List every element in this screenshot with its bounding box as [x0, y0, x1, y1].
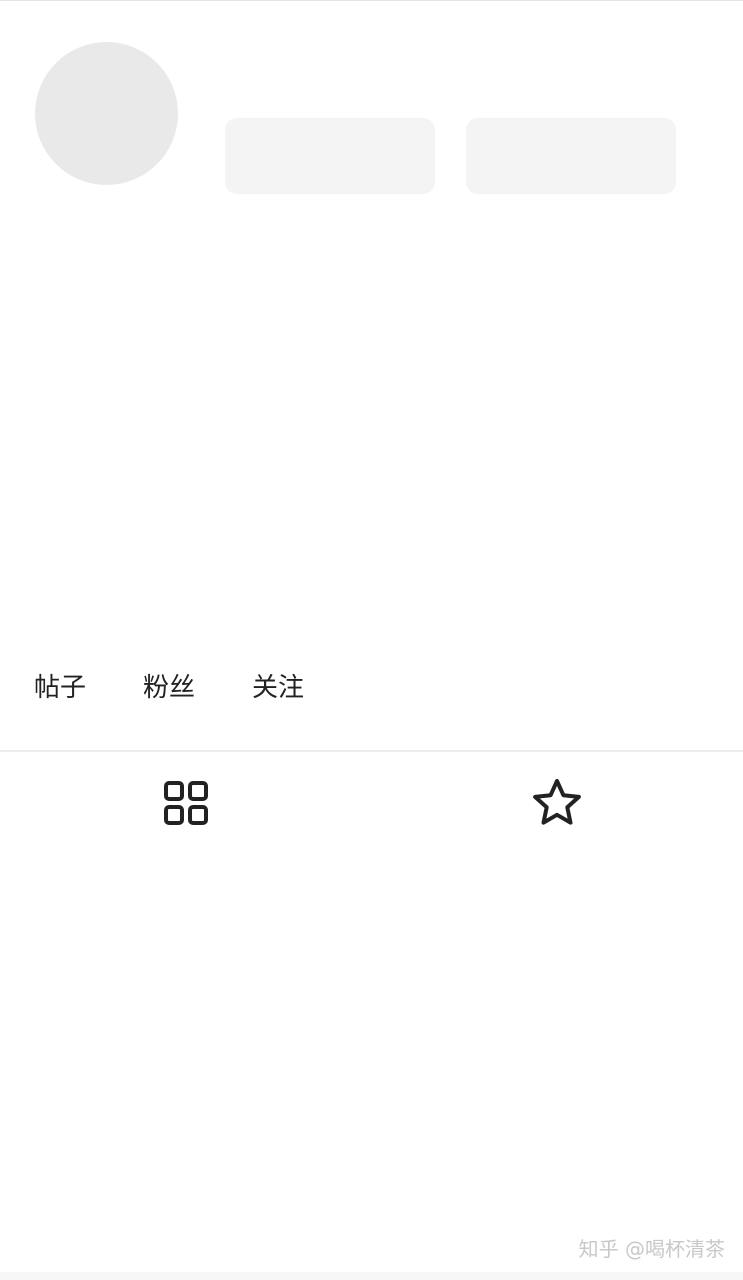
action-button-placeholder-2 [466, 118, 676, 194]
profile-stats: 帖子 粉丝 关注 [34, 668, 361, 708]
tabs-divider [0, 750, 743, 752]
star-icon [533, 779, 581, 825]
stat-followers[interactable]: 粉丝 [143, 668, 195, 708]
stat-following[interactable]: 关注 [252, 668, 304, 708]
tab-posts-grid[interactable] [158, 775, 214, 831]
top-divider [0, 0, 743, 1]
avatar-placeholder [35, 42, 178, 185]
stat-posts[interactable]: 帖子 [34, 668, 86, 708]
watermark: 知乎 @喝杯清茶 [578, 1237, 725, 1261]
bottom-edge [0, 1272, 743, 1280]
grid-icon [164, 781, 208, 825]
action-button-placeholder-1 [225, 118, 435, 194]
tab-favorites[interactable] [529, 775, 585, 831]
